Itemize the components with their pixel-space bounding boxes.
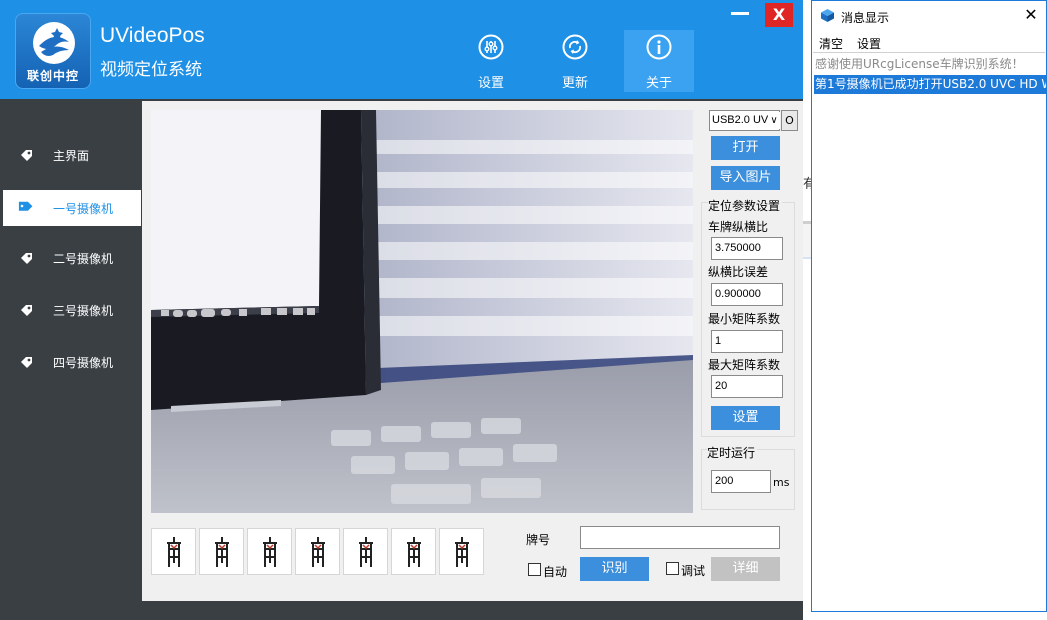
message-item[interactable]: 感谢使用URcgLicense车牌识别系统！ (814, 55, 1046, 74)
plate-char-thumb-2 (199, 528, 244, 575)
debug-checkbox[interactable] (666, 562, 679, 575)
message-window-title: 消息显示 (841, 11, 890, 25)
positioning-set-button[interactable]: 设置 (711, 406, 780, 430)
aspect-error-label: 纵横比误差 (708, 265, 769, 279)
min-matrix-input[interactable]: 1 (711, 330, 783, 353)
tag-icon (21, 253, 32, 264)
sidebar-item-camera-1[interactable]: 一号摄像机 (3, 190, 141, 226)
plate-number-label: 牌号 (526, 533, 551, 547)
o-button[interactable]: O (781, 110, 798, 131)
camera-video-frame (151, 110, 693, 513)
chevron-down-icon[interactable]: ∨ (768, 112, 780, 129)
char-glyph-icon (263, 537, 277, 567)
char-glyph-icon (215, 537, 229, 567)
tag-icon (18, 201, 33, 211)
logo-emblem-icon (33, 22, 75, 64)
plate-char-thumb-5 (343, 528, 388, 575)
tag-icon (21, 305, 32, 316)
sidebar-item-main[interactable]: 主界面 (0, 137, 141, 173)
message-window: 消息显示 ✕ 清空 设置 感谢使用URcgLicense车牌识别系统！ 第1号摄… (811, 0, 1047, 612)
max-matrix-label: 最大矩阵系数 (708, 358, 781, 372)
refresh-icon (562, 34, 588, 60)
max-matrix-input[interactable]: 20 (711, 375, 783, 398)
message-item-selected[interactable]: 第1号摄像机已成功打开USB2.0 UVC HD W (814, 75, 1046, 94)
info-icon (646, 34, 672, 60)
plate-char-thumb-1 (151, 528, 196, 575)
app-subtitle: 视频定位系统 (100, 60, 202, 80)
message-window-close-button[interactable]: ✕ (1022, 6, 1040, 24)
header-about-button[interactable]: 关于 (624, 30, 694, 92)
message-list[interactable]: 感谢使用URcgLicense车牌识别系统！ 第1号摄像机已成功打开USB2.0… (813, 52, 1046, 611)
recognize-button[interactable]: 识别 (580, 557, 649, 581)
positioning-group-title: 定位参数设置 (708, 197, 783, 214)
app-name: UVideoPos (100, 24, 205, 47)
header-bar: 联创中控 UVideoPos 视频定位系统 设置 更新 关于 X (0, 0, 803, 99)
debug-label: 调试 (681, 564, 706, 578)
detail-button[interactable]: 详细 (711, 557, 780, 581)
sidebar-item-camera-2[interactable]: 二号摄像机 (0, 240, 141, 276)
plate-number-input[interactable] (580, 526, 780, 549)
timer-group-title: 定时运行 (707, 444, 758, 461)
aspect-error-input[interactable]: 0.900000 (711, 283, 783, 306)
header-update-button[interactable]: 更新 (540, 30, 610, 92)
char-glyph-icon (167, 537, 181, 567)
min-matrix-label: 最小矩阵系数 (708, 312, 781, 326)
camera-feed-image (151, 110, 693, 513)
close-button[interactable]: X (765, 3, 793, 27)
plate-char-thumb-3 (247, 528, 292, 575)
message-window-titlebar[interactable]: 消息显示 ✕ (812, 1, 1046, 31)
app-logo: 联创中控 (15, 13, 91, 89)
main-window: 联创中控 UVideoPos 视频定位系统 设置 更新 关于 X 主界面 一号摄… (0, 0, 803, 620)
header-settings-label: 设置 (477, 76, 504, 91)
sidebar-item-camera-4[interactable]: 四号摄像机 (0, 344, 141, 380)
auto-checkbox[interactable] (528, 563, 541, 576)
logo-text: 联创中控 (26, 69, 79, 83)
sidebar-item-label: 三号摄像机 (53, 304, 114, 318)
char-glyph-icon (407, 537, 421, 567)
char-glyph-icon (311, 537, 325, 567)
sidebar-item-camera-3[interactable]: 三号摄像机 (0, 292, 141, 328)
import-image-button[interactable]: 导入图片 (711, 166, 780, 190)
timer-unit: ms (773, 476, 790, 489)
char-glyph-icon (359, 537, 373, 567)
auto-label: 自动 (543, 565, 568, 579)
sidebar-item-label: 四号摄像机 (53, 356, 114, 370)
sidebar-item-label: 主界面 (53, 149, 90, 163)
menu-clear[interactable]: 清空 (819, 35, 843, 52)
sidebar-item-label: 一号摄像机 (53, 202, 114, 216)
cube-icon (821, 9, 834, 22)
timer-input[interactable]: 200 (711, 470, 771, 493)
header-about-label: 关于 (645, 76, 672, 91)
plate-char-thumb-4 (295, 528, 340, 575)
plate-char-thumb-7 (439, 528, 484, 575)
tag-icon (21, 150, 32, 161)
aspect-ratio-label: 车牌纵横比 (708, 220, 769, 234)
header-update-label: 更新 (561, 76, 588, 91)
sidebar-item-label: 二号摄像机 (53, 252, 114, 266)
menu-settings[interactable]: 设置 (857, 35, 881, 52)
plate-char-thumb-6 (391, 528, 436, 575)
aspect-ratio-input[interactable]: 3.750000 (711, 237, 783, 260)
settings-icon (478, 34, 504, 60)
char-glyph-icon (455, 537, 469, 567)
minimize-button[interactable] (731, 12, 749, 15)
tag-icon (21, 357, 32, 368)
header-settings-button[interactable]: 设置 (456, 30, 526, 92)
open-button[interactable]: 打开 (711, 136, 780, 160)
